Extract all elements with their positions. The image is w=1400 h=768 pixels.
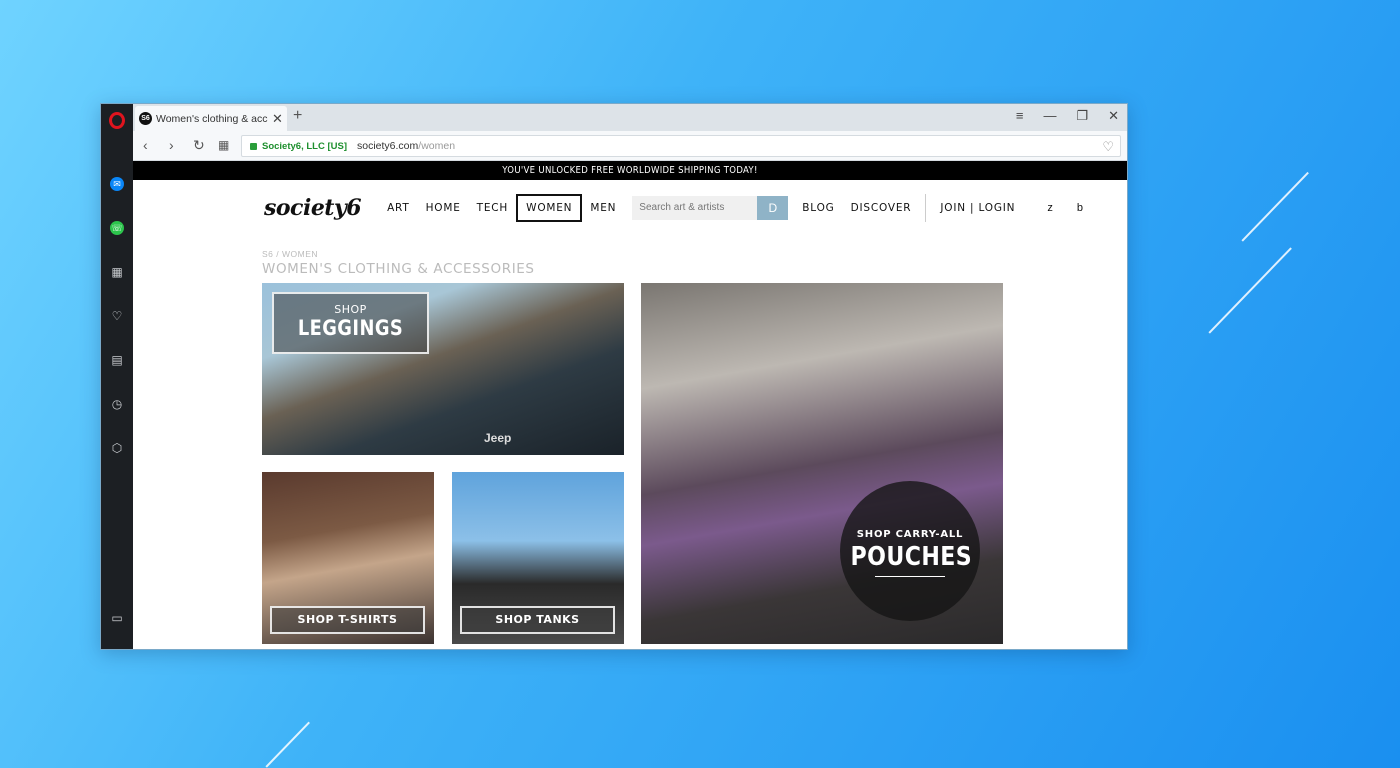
reload-icon[interactable]: ↻ bbox=[193, 137, 205, 154]
page-title: WOMEN'S CLOTHING & ACCESSORIES bbox=[262, 261, 535, 277]
leggings-tile[interactable]: SHOP LEGGINGS Jeep bbox=[262, 283, 624, 455]
browser-tab[interactable]: S6 Women's clothing & accessories ✕ bbox=[135, 106, 287, 131]
restore-icon[interactable]: ❐ bbox=[1076, 108, 1088, 124]
whatsapp-icon[interactable]: ☏ bbox=[110, 221, 124, 235]
web-page: YOU'VE UNLOCKED FREE WORLDWIDE SHIPPING … bbox=[133, 161, 1127, 649]
window-controls: ≡ — ❐ ✕ bbox=[1016, 108, 1119, 124]
search-button[interactable]: D bbox=[757, 196, 789, 220]
url-field[interactable]: Society6, LLC [US] society6.com /women ♡ bbox=[241, 135, 1121, 157]
shop-pouches-big: POUCHES bbox=[850, 542, 973, 572]
nav-art[interactable]: ART bbox=[379, 194, 418, 222]
pouches-tile[interactable]: SHOP CARRY-ALL POUCHES bbox=[641, 283, 1003, 644]
nav-divider bbox=[925, 194, 927, 222]
site-favicon-icon: S6 bbox=[139, 112, 152, 125]
tab-bar: S6 Women's clothing & accessories ✕ + ≡ … bbox=[133, 104, 1127, 131]
search-input[interactable]: Search art & artists bbox=[632, 196, 758, 220]
forward-icon[interactable]: › bbox=[169, 137, 174, 153]
sidebar-toggle-icon[interactable]: ▭ bbox=[110, 611, 124, 625]
shop-leggings-small: SHOP bbox=[334, 303, 367, 316]
tab-menu-icon[interactable]: ≡ bbox=[1016, 108, 1024, 124]
shop-tshirts-label[interactable]: SHOP T-SHIRTS bbox=[270, 606, 425, 634]
bookmark-heart-icon[interactable]: ♡ bbox=[1102, 139, 1114, 155]
wishlist-icon[interactable]: b bbox=[1077, 202, 1083, 214]
decor-line bbox=[1208, 247, 1292, 334]
join-login-link[interactable]: JOIN | LOGIN bbox=[932, 194, 1023, 222]
history-clock-icon[interactable]: ◷ bbox=[110, 397, 124, 411]
tanks-tile[interactable]: SHOP TANKS bbox=[452, 472, 624, 644]
shop-pouches-label[interactable]: SHOP CARRY-ALL POUCHES bbox=[840, 481, 980, 621]
decor-line bbox=[1241, 171, 1309, 242]
nav-women[interactable]: WOMEN bbox=[516, 194, 583, 222]
nav-tech[interactable]: TECH bbox=[469, 194, 516, 222]
cart-icon[interactable]: z bbox=[1047, 202, 1053, 214]
decor-line bbox=[265, 721, 310, 768]
nav-home[interactable]: HOME bbox=[418, 194, 469, 222]
tshirts-tile[interactable]: SHOP T-SHIRTS bbox=[262, 472, 434, 644]
speed-dial-grid-icon[interactable]: ▦ bbox=[218, 138, 229, 152]
breadcrumb[interactable]: S6 / WOMEN bbox=[262, 249, 318, 259]
url-path: /women bbox=[418, 140, 456, 152]
shop-pouches-small: SHOP CARRY-ALL bbox=[856, 529, 964, 540]
opera-sidebar: ✉ ☏ ▦ ♡ ▤ ◷ ⬡ ▭ bbox=[101, 104, 133, 649]
jeep-logo: Jeep bbox=[484, 431, 512, 445]
url-host: society6.com bbox=[357, 140, 419, 152]
browser-window: ✉ ☏ ▦ ♡ ▤ ◷ ⬡ ▭ S6 Women's clothing & ac… bbox=[100, 103, 1128, 650]
messenger-icon[interactable]: ✉ bbox=[110, 177, 124, 191]
nav-blog[interactable]: BLOG bbox=[794, 194, 842, 222]
speed-dial-icon[interactable]: ▦ bbox=[110, 265, 124, 279]
tab-title: Women's clothing & accessories bbox=[156, 112, 268, 125]
opera-logo-icon[interactable] bbox=[109, 112, 125, 129]
shipping-banner: YOU'VE UNLOCKED FREE WORLDWIDE SHIPPING … bbox=[133, 161, 1127, 180]
certificate-label[interactable]: Society6, LLC [US] bbox=[262, 141, 347, 152]
shop-leggings-big: LEGGINGS bbox=[297, 316, 404, 340]
society6-logo[interactable]: society6 bbox=[264, 195, 362, 221]
nav-discover[interactable]: DISCOVER bbox=[843, 194, 920, 222]
minimize-icon[interactable]: — bbox=[1043, 108, 1056, 124]
pouches-underline bbox=[875, 576, 945, 577]
lock-icon bbox=[250, 142, 257, 150]
site-nav: society6 ART HOME TECH WOMEN MEN Search … bbox=[264, 194, 1083, 222]
shop-tanks-label[interactable]: SHOP TANKS bbox=[460, 606, 615, 634]
nav-men[interactable]: MEN bbox=[582, 194, 624, 222]
news-icon[interactable]: ▤ bbox=[110, 353, 124, 367]
extensions-cube-icon[interactable]: ⬡ bbox=[110, 441, 124, 455]
bookmarks-heart-icon[interactable]: ♡ bbox=[110, 309, 124, 323]
close-window-icon[interactable]: ✕ bbox=[1108, 108, 1119, 124]
new-tab-button[interactable]: + bbox=[293, 107, 302, 125]
tab-close-icon[interactable]: ✕ bbox=[272, 111, 283, 127]
back-icon[interactable]: ‹ bbox=[143, 137, 148, 153]
shop-leggings-label[interactable]: SHOP LEGGINGS bbox=[272, 292, 429, 354]
address-bar: ‹ › ↻ ▦ Society6, LLC [US] society6.com … bbox=[133, 131, 1127, 161]
